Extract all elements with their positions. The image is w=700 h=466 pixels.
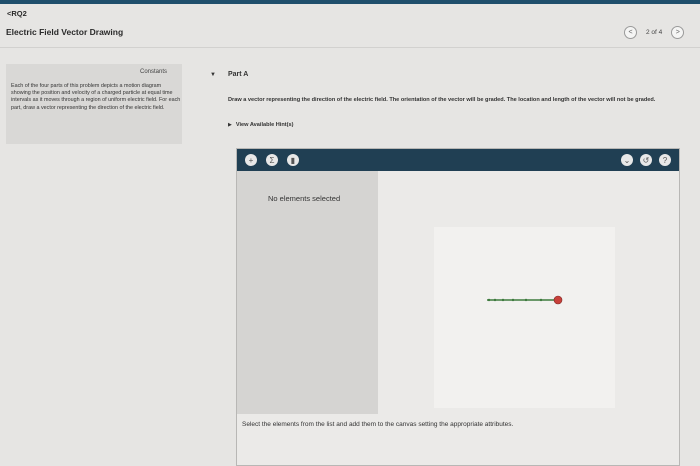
particle-dot <box>539 298 543 302</box>
prev-page-button[interactable]: < <box>624 26 637 39</box>
vector-sum-button[interactable]: Σ <box>266 154 278 166</box>
trash-icon: ▮ <box>290 155 296 165</box>
constants-text: Each of the four parts of this problem d… <box>11 83 181 111</box>
hint-label: View Available Hint(s) <box>235 122 294 128</box>
delete-button[interactable]: ▮ <box>287 154 299 166</box>
top-accent-bar <box>0 0 700 4</box>
motion-diagram <box>487 295 563 305</box>
part-instructions: Draw a vector representing the direction… <box>228 97 656 103</box>
reset-icon: ↺ <box>642 155 650 165</box>
options-dropdown-button[interactable]: ⌄ <box>621 154 633 166</box>
chevron-left-icon: < <box>628 29 633 36</box>
help-icon: ? <box>662 155 668 165</box>
chevron-down-icon: ⌄ <box>623 155 631 165</box>
drawing-canvas[interactable] <box>434 227 615 408</box>
header-divider <box>0 47 700 48</box>
next-page-button[interactable]: > <box>671 26 685 39</box>
particle-dot <box>524 298 528 302</box>
particle-dot <box>487 298 491 302</box>
help-button[interactable]: ? <box>659 154 671 166</box>
particle-end-marker[interactable] <box>553 295 563 305</box>
back-link[interactable]: <RQ2 <box>7 9 27 18</box>
add-vector-button[interactable]: + <box>245 154 257 166</box>
sigma-icon: Σ <box>269 155 275 165</box>
vector-drawing-tool: + Σ ▮ ⌄ ↺ ? No elements selected Select … <box>236 148 680 466</box>
element-palette: No elements selected <box>237 171 378 414</box>
chevron-right-icon: > <box>675 29 680 36</box>
caret-right-icon: ▶ <box>228 122 232 128</box>
particle-dot <box>501 298 505 302</box>
view-hints-link[interactable]: ▶ View Available Hint(s) <box>228 122 293 128</box>
pager: < 2 of 4 > <box>624 26 685 39</box>
tool-toolbar: + Σ ▮ ⌄ ↺ ? <box>237 149 679 171</box>
reset-button[interactable]: ↺ <box>640 154 652 166</box>
collapse-part-icon[interactable]: ▼ <box>210 72 216 78</box>
page-title: Electric Field Vector Drawing <box>6 27 124 37</box>
pager-text: 2 of 4 <box>646 29 663 36</box>
particle-dot <box>511 298 515 302</box>
constants-panel: Constants Each of the four parts of this… <box>6 64 182 144</box>
constants-title: Constants <box>140 69 168 75</box>
palette-empty-text: No elements selected <box>268 194 341 203</box>
part-title: Part A <box>228 71 249 78</box>
status-text: Select the elements from the list and ad… <box>242 421 514 428</box>
plus-icon: + <box>248 155 254 165</box>
particle-dot <box>493 298 497 302</box>
